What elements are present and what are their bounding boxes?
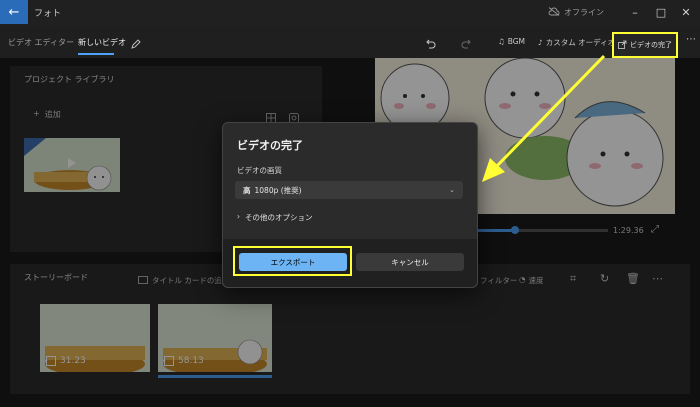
annotation-arrow-line <box>493 54 606 170</box>
annotation-arrow <box>482 54 606 182</box>
